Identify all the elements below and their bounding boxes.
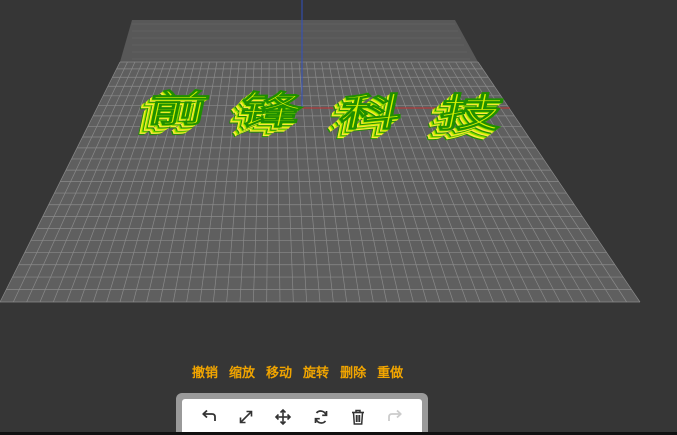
rotate-icon [314, 410, 327, 424]
move-label[interactable]: 移动 [266, 366, 292, 382]
rotate-button[interactable] [307, 403, 335, 431]
delete-label[interactable]: 删除 [340, 366, 366, 382]
model-glyph-face: 科 [336, 91, 408, 135]
rotate-label[interactable]: 旋转 [303, 366, 329, 382]
scale-icon [239, 410, 253, 424]
undo-label[interactable]: 撤销 [192, 366, 218, 382]
toolbar [176, 393, 428, 435]
toolbar-panel [182, 399, 422, 435]
action-labels: 撤销 缩放 移动 旋转 删除 重做 [192, 366, 403, 382]
undo-icon [201, 409, 216, 421]
model-glyph-3[interactable]: 科科科科科科科科科科科科科 [323, 90, 408, 145]
model-glyph-4[interactable]: 技技技技技技技技技技技技技 [422, 89, 510, 146]
redo-icon [388, 409, 402, 421]
model-glyph-face: 锋 [235, 89, 308, 133]
move-button[interactable] [269, 403, 297, 431]
undo-button[interactable] [195, 403, 223, 431]
redo-button[interactable] [381, 403, 409, 431]
scale-label[interactable]: 缩放 [229, 366, 255, 382]
delete-icon [351, 409, 364, 425]
far-plane [120, 20, 478, 62]
redo-label[interactable]: 重做 [377, 366, 403, 382]
move-icon [275, 408, 292, 426]
model-glyph-face: 前 [144, 87, 213, 131]
scale-button[interactable] [232, 403, 260, 431]
delete-button[interactable] [344, 403, 372, 431]
model-glyph-face: 技 [435, 90, 509, 137]
viewport[interactable]: 前前前前前前前前前前前前前锋锋锋锋锋锋锋锋锋锋锋锋锋科科科科科科科科科科科科科技… [0, 0, 677, 435]
